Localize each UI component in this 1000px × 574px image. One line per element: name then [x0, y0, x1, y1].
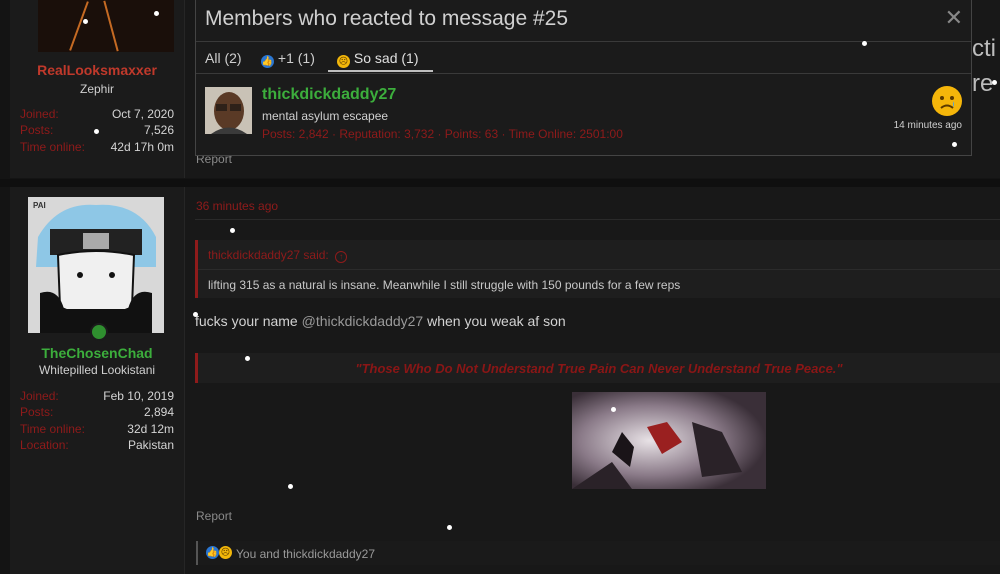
tab-so-sad-label: So sad (1): [353, 50, 419, 66]
stat-label: Posts:: [20, 405, 54, 419]
sad-face-icon: ☹: [219, 546, 232, 559]
ninja-portrait-icon: [28, 197, 164, 333]
stat-label: Time online:: [20, 140, 85, 154]
snow-dot: [447, 525, 452, 530]
reactions-summary[interactable]: You and thickdickdaddy27: [236, 547, 375, 561]
post1-avatar[interactable]: [38, 0, 174, 52]
post1-bg-text-2: re: [972, 70, 994, 97]
stat-value: Pakistan: [127, 438, 174, 452]
reaction-time: 14 minutes ago: [893, 120, 962, 131]
modal-divider: [196, 73, 971, 74]
thumbs-up-icon: 👍: [206, 546, 219, 559]
quote-body: lifting 315 as a natural is insane. Mean…: [208, 278, 681, 292]
quote-header[interactable]: thickdickdaddy27 said: ↑: [208, 248, 348, 263]
reactions-modal: Members who reacted to message #25 ✕ All…: [195, 0, 972, 156]
tab-plus-one-label: +1 (1): [277, 50, 315, 66]
message-text-end: when you weak af son: [427, 313, 566, 329]
stat-value: Oct 7, 2020: [111, 107, 174, 121]
post2-stat-posts: Posts: 2,894: [20, 405, 174, 421]
avatar-caption: PAI: [33, 201, 46, 210]
thumbs-up-icon: 👍: [261, 55, 274, 68]
message-text-start: fucks your name: [195, 313, 298, 329]
post2-avatar[interactable]: PAI: [28, 197, 164, 333]
user-mention-link[interactable]: @thickdickdaddy27: [302, 313, 424, 329]
snow-dot: [193, 312, 198, 317]
snow-dot: [952, 142, 957, 147]
tab-plus-one[interactable]: 👍 +1 (1): [261, 50, 315, 68]
signature-banner: "Those Who Do Not Understand True Pain C…: [195, 353, 1000, 383]
post1-user-title: Zephir: [79, 82, 114, 96]
online-status-icon: [90, 323, 108, 341]
snow-dot: [245, 356, 250, 361]
post1-stat-joined: Joined: Oct 7, 2020: [20, 107, 174, 123]
modal-title: Members who reacted to message #25: [205, 7, 569, 30]
sad-face-icon: [932, 86, 962, 116]
tab-all[interactable]: All (2): [205, 50, 242, 66]
post2-username[interactable]: TheChosenChad: [10, 345, 184, 361]
snow-dot: [862, 41, 867, 46]
signature-text: "Those Who Do Not Understand True Pain C…: [355, 361, 843, 376]
sad-face-icon: ☹: [337, 55, 350, 68]
anime-scene-image: [572, 392, 766, 489]
post1-stat-time-online: Time online: 42d 17h 0m: [20, 140, 174, 156]
reactor-stats: Posts: 2,842 · Reputation: 3,732 · Point…: [262, 127, 623, 141]
post1-username[interactable]: RealLooksmaxxer: [10, 62, 184, 78]
reactor-portrait-icon: [205, 87, 252, 134]
post1-user-column: RealLooksmaxxer Zephir Joined: Oct 7, 20…: [10, 0, 185, 178]
snow-dot: [154, 11, 159, 16]
stat-value: 32d 12m: [127, 422, 174, 436]
reactor-username[interactable]: thickdickdaddy27: [262, 86, 396, 104]
stat-label: Location:: [20, 438, 69, 452]
tab-all-label: All (2): [205, 50, 242, 66]
snow-dot: [288, 484, 293, 489]
stat-label: Time online:: [20, 422, 85, 436]
post2-message: fucks your name @thickdickdaddy27 when y…: [195, 313, 566, 329]
post1-bg-text-1: cti: [972, 35, 996, 62]
snow-dot: [992, 80, 997, 85]
post2-report-link[interactable]: Report: [196, 509, 232, 523]
post2-user-title: Whitepilled Lookistani: [38, 363, 156, 377]
quote-divider: [198, 269, 1000, 270]
stat-label: Posts:: [20, 123, 54, 137]
quote-block: thickdickdaddy27 said: ↑ lifting 315 as …: [195, 240, 1000, 298]
post2-stat-joined: Joined: Feb 10, 2019: [20, 389, 174, 405]
stat-value: 42d 17h 0m: [110, 140, 174, 154]
signature-image: [572, 392, 766, 489]
reactions-bar[interactable]: 👍 ☹ You and thickdickdaddy27: [196, 541, 1000, 565]
post-separator: [0, 179, 1000, 187]
active-tab-indicator: [328, 70, 433, 72]
tab-so-sad[interactable]: ☹ So sad (1): [337, 50, 418, 68]
post2-user-column: PAI TheChosenChad Whitepilled Lookistani…: [10, 187, 185, 574]
stat-value: 2,894: [143, 405, 174, 419]
reactor-user-title: mental asylum escapee: [262, 109, 389, 123]
close-icon[interactable]: ✕: [945, 5, 963, 31]
stat-label: Joined:: [20, 389, 59, 403]
stat-value: Feb 10, 2019: [103, 389, 174, 403]
snow-dot: [94, 129, 99, 134]
snow-dot: [230, 228, 235, 233]
post2-stat-location: Location: Pakistan: [20, 438, 174, 454]
quote-author: thickdickdaddy27 said:: [208, 248, 329, 262]
snow-dot: [83, 19, 88, 24]
divider: [195, 219, 1000, 220]
jump-to-quote-icon[interactable]: ↑: [335, 251, 348, 263]
post2-stat-time-online: Time online: 32d 12m: [20, 422, 174, 438]
reactor-avatar[interactable]: [205, 87, 252, 134]
stat-label: Joined:: [20, 107, 59, 121]
stat-value: 7,526: [143, 123, 174, 137]
snow-dot: [611, 407, 616, 412]
post2-timestamp[interactable]: 36 minutes ago: [196, 199, 278, 213]
modal-divider: [196, 41, 971, 42]
